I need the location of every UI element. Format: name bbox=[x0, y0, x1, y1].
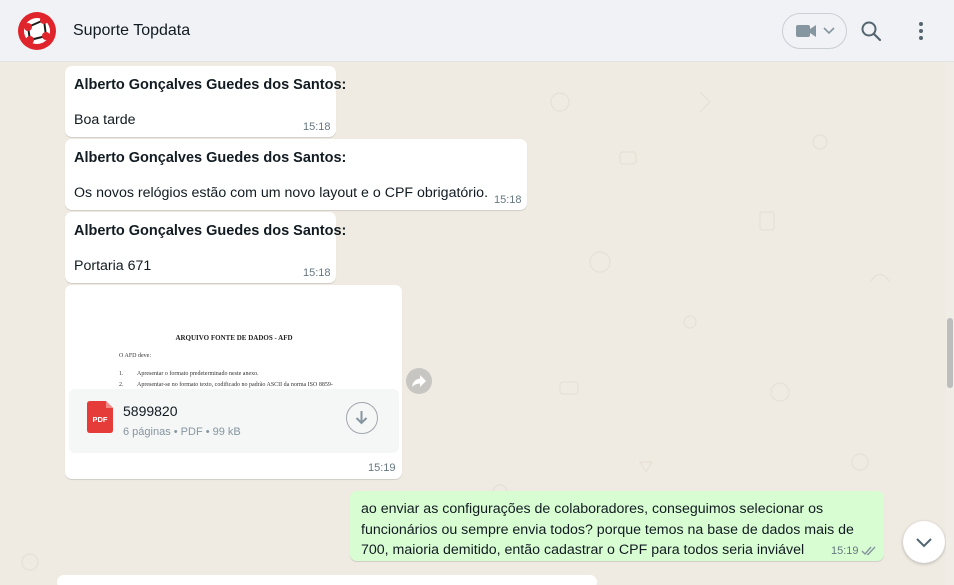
message-time: 15:18 bbox=[303, 121, 331, 133]
document-preview-line: 2. bbox=[119, 382, 124, 388]
chat-title[interactable]: Suporte Topdata bbox=[73, 22, 190, 40]
search-icon[interactable] bbox=[859, 19, 883, 43]
scrollbar[interactable] bbox=[946, 62, 954, 585]
document-message[interactable]: ARQUIVO FONTE DE DADOS - AFD O AFD deve:… bbox=[65, 285, 402, 479]
message-text: Portaria 671 bbox=[74, 258, 152, 274]
download-button[interactable] bbox=[346, 402, 378, 434]
video-call-button[interactable] bbox=[782, 13, 847, 49]
download-arrow-icon bbox=[355, 411, 368, 425]
chat-header: Suporte Topdata bbox=[0, 0, 954, 62]
message-time: 15:19 bbox=[368, 462, 396, 474]
incoming-message[interactable]: Alberto Gonçalves Guedes dos Santos: Os … bbox=[65, 139, 527, 210]
incoming-message[interactable]: Alberto Gonçalves Guedes dos Santos: Boa… bbox=[65, 66, 346, 137]
contact-avatar[interactable] bbox=[17, 11, 57, 51]
more-vertical-icon[interactable] bbox=[909, 19, 933, 43]
incoming-message[interactable] bbox=[57, 575, 597, 585]
message-sender: Alberto Gonçalves Guedes dos Santos: bbox=[74, 223, 347, 239]
double-check-icon bbox=[861, 546, 876, 556]
document-preview-title: ARQUIVO FONTE DE DADOS - AFD bbox=[175, 334, 293, 342]
forward-button[interactable] bbox=[406, 368, 432, 394]
scroll-to-bottom-button[interactable] bbox=[903, 521, 945, 563]
document-preview-line: 1. bbox=[119, 371, 124, 377]
chevron-down-icon bbox=[822, 27, 835, 35]
message-sender: Alberto Gonçalves Guedes dos Santos: bbox=[74, 77, 347, 93]
document-preview-line: O AFD deve: bbox=[119, 353, 151, 359]
message-sender: Alberto Gonçalves Guedes dos Santos: bbox=[74, 150, 347, 166]
document-preview[interactable]: ARQUIVO FONTE DE DADOS - AFD O AFD deve:… bbox=[69, 289, 399, 389]
scrollbar-thumb[interactable] bbox=[947, 318, 953, 388]
forward-icon bbox=[412, 375, 426, 387]
message-text: Os novos relógios estão com um novo layo… bbox=[74, 185, 489, 201]
message-time: 15:19 bbox=[831, 545, 859, 557]
file-name: 5899820 bbox=[123, 403, 178, 419]
document-preview-line: Apresentar o formato predeterminado nest… bbox=[137, 371, 259, 377]
outgoing-message[interactable]: ao enviar as configurações de colaborado… bbox=[350, 491, 884, 561]
document-preview-line: Apresentar-se no formato texto, codifica… bbox=[137, 382, 333, 388]
chevron-down-icon bbox=[916, 538, 932, 548]
incoming-message[interactable]: Alberto Gonçalves Guedes dos Santos: Por… bbox=[65, 212, 346, 283]
message-time: 15:18 bbox=[494, 194, 522, 206]
message-time: 15:18 bbox=[303, 267, 331, 279]
pdf-label: PDF bbox=[92, 415, 108, 424]
video-camera-icon bbox=[795, 25, 816, 37]
file-meta: 6 páginas • PDF • 99 kB bbox=[123, 426, 241, 438]
message-text: ao enviar as configurações de colaborado… bbox=[361, 501, 854, 558]
message-text: Boa tarde bbox=[74, 112, 136, 128]
topdata-logo-icon bbox=[18, 12, 56, 50]
document-file-card[interactable]: PDF 5899820 6 páginas • PDF • 99 kB bbox=[69, 389, 399, 453]
